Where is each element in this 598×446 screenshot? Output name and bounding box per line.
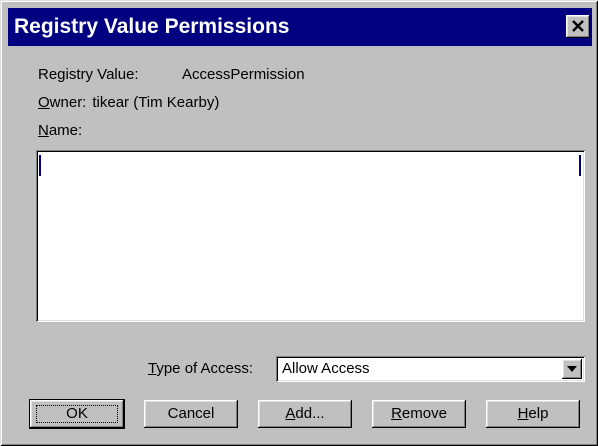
close-button[interactable]: [566, 15, 590, 38]
ok-button[interactable]: OK: [30, 400, 124, 428]
cancel-button[interactable]: Cancel: [144, 400, 238, 428]
title-bar[interactable]: Registry Value Permissions: [8, 8, 592, 46]
type-of-access-label-rest: ype of Access:: [156, 360, 254, 377]
name-label: Name:: [38, 122, 82, 140]
remove-button-label-rest: emove: [401, 405, 447, 422]
remove-button-mnemonic: R: [391, 405, 402, 422]
ok-button-label: OK: [66, 405, 88, 422]
add-button-mnemonic: A: [285, 405, 296, 422]
window-title: Registry Value Permissions: [14, 15, 290, 38]
dropdown-arrow-icon: [567, 366, 577, 372]
type-of-access-label: Type of Access:: [148, 360, 253, 378]
help-button-label-rest: elp: [528, 405, 549, 422]
registry-value-label: Registry Value:: [38, 66, 139, 83]
add-button[interactable]: Add...: [258, 400, 352, 428]
registry-value: AccessPermission: [182, 66, 305, 83]
type-of-access-select[interactable]: Allow Access: [276, 356, 585, 382]
cancel-button-label: Cancel: [167, 405, 215, 422]
list-focus-marker: [39, 155, 581, 176]
help-button[interactable]: Help: [486, 400, 580, 428]
permissions-dialog: Registry Value Permissions Registry Valu…: [0, 0, 598, 446]
owner-row: Owner: tikear (Tim Kearby): [38, 94, 219, 112]
close-icon: [572, 20, 584, 32]
add-button-label: Add...: [285, 405, 324, 422]
remove-button-label: Remove: [391, 405, 447, 422]
owner-label-mnemonic: O: [38, 94, 50, 111]
help-button-label: Help: [518, 405, 549, 422]
type-of-access-dropdown-button[interactable]: [562, 359, 582, 379]
help-button-mnemonic: H: [517, 405, 529, 422]
name-label-mnemonic: N: [38, 122, 49, 139]
name-label-rest: ame:: [48, 122, 83, 139]
add-button-label-rest: dd...: [295, 405, 325, 422]
owner-value: tikear (Tim Kearby): [92, 94, 220, 111]
remove-button[interactable]: Remove: [372, 400, 466, 428]
owner-label: Owner:: [38, 94, 86, 111]
type-of-access-value: Allow Access: [282, 360, 370, 377]
names-listbox[interactable]: [36, 150, 585, 322]
owner-label-rest: wner:: [49, 94, 87, 111]
